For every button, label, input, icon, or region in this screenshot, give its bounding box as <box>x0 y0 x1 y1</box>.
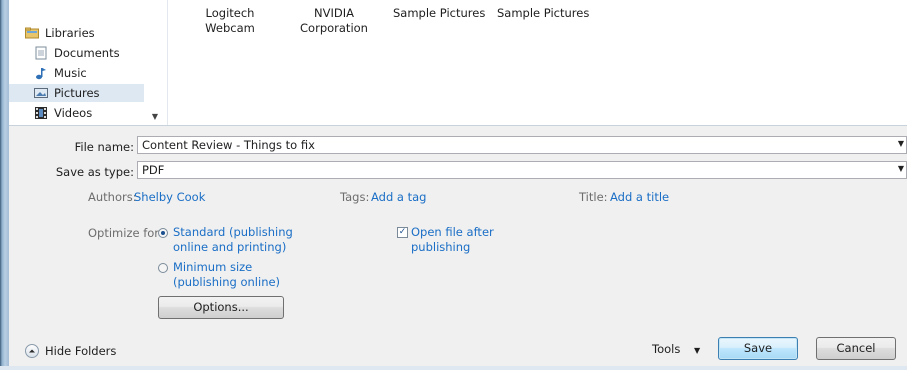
save-as-type-label: Save as type: <box>55 165 134 179</box>
authors-value[interactable]: Shelby Cook <box>134 190 205 204</box>
open-after-publishing-label[interactable]: Open file after publishing <box>411 225 494 255</box>
file-item[interactable]: Sample Pictures <box>393 6 485 21</box>
save-button[interactable]: Save <box>718 337 798 360</box>
navigation-pane[interactable]: Libraries Documents Music Pictures Video… <box>9 0 168 125</box>
save-as-type-select[interactable]: PDF ▼ <box>137 161 907 179</box>
pictures-icon <box>34 88 48 98</box>
chevron-down-icon[interactable]: ▼ <box>898 139 904 148</box>
tags-value[interactable]: Add a tag <box>371 190 426 204</box>
libraries-folder-icon <box>25 27 39 39</box>
chevron-down-icon[interactable]: ▼ <box>898 164 904 173</box>
radio-standard-label[interactable]: Standard (publishing online and printing… <box>173 225 293 255</box>
file-item[interactable]: Logitech Webcam <box>185 6 275 36</box>
radio-minimum-size-label[interactable]: Minimum size (publishing online) <box>173 260 280 290</box>
open-after-publishing-checkbox[interactable]: ✓ <box>397 227 408 238</box>
hide-folders-label[interactable]: Hide Folders <box>45 344 116 358</box>
tools-menu[interactable]: Tools ▼ <box>652 342 700 356</box>
film-icon <box>35 107 47 119</box>
options-button[interactable]: Options... <box>158 296 284 319</box>
file-name-label: File name: <box>74 140 134 154</box>
authors-label: Authors: <box>88 190 137 204</box>
radio-minimum-size[interactable] <box>158 263 168 273</box>
document-icon <box>35 46 47 60</box>
file-item[interactable]: NVIDIA Corporation <box>289 6 379 36</box>
save-options-panel: File name: Content Review - Things to fi… <box>9 125 907 367</box>
window-frame-bottom <box>0 366 907 370</box>
tags-label: Tags: <box>340 190 370 204</box>
cancel-button[interactable]: Cancel <box>816 337 896 360</box>
file-name-input[interactable]: Content Review - Things to fix ▼ <box>137 136 907 154</box>
scroll-down-icon[interactable]: ▼ <box>149 112 161 122</box>
window-frame-left <box>0 0 9 370</box>
file-item[interactable]: Sample Pictures <box>497 6 589 21</box>
title-label: Title: <box>579 190 608 204</box>
hide-folders-icon[interactable] <box>25 344 39 358</box>
title-value[interactable]: Add a title <box>610 190 669 204</box>
music-note-icon <box>36 68 46 80</box>
radio-standard[interactable] <box>158 228 168 238</box>
chevron-down-icon: ▼ <box>694 346 701 355</box>
optimize-for-label: Optimize for: <box>88 226 163 240</box>
